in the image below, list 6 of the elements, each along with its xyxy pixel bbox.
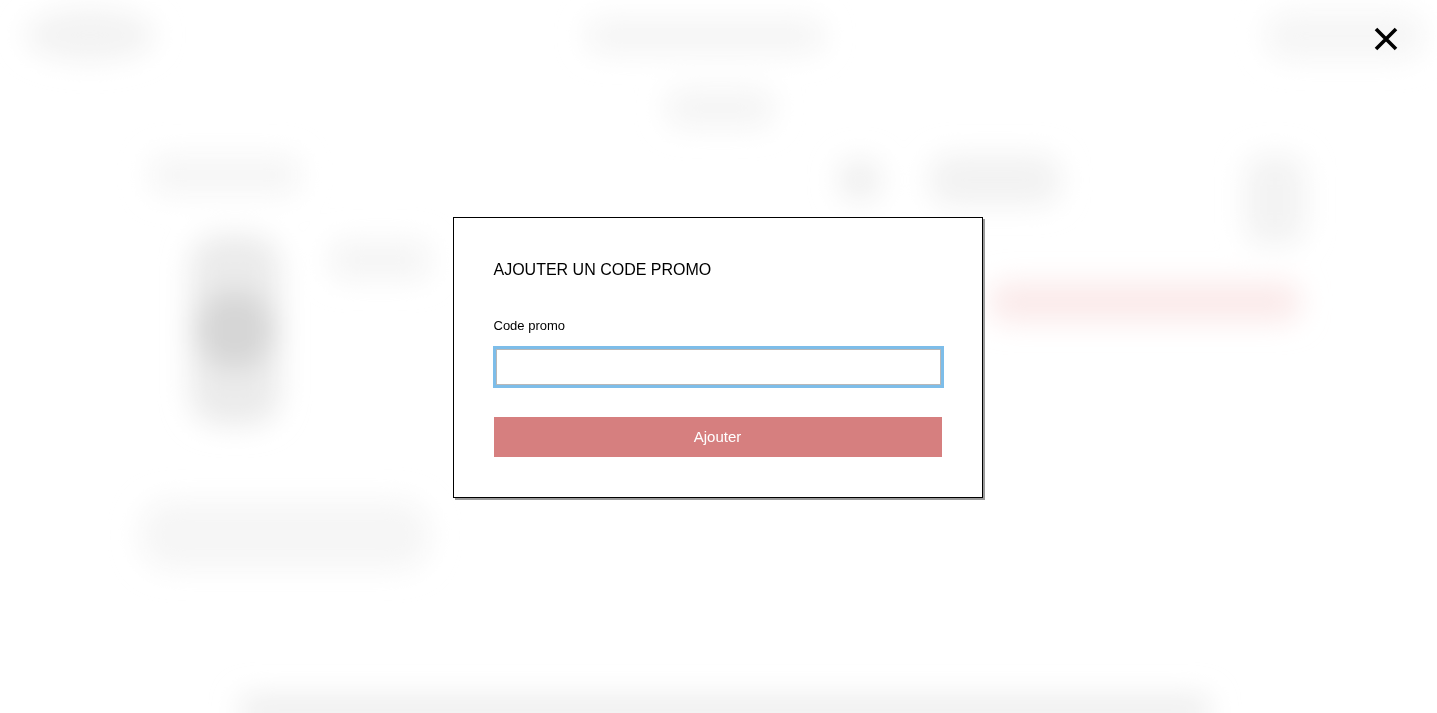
- add-button[interactable]: Ajouter: [493, 417, 942, 457]
- promo-code-field[interactable]: [492, 346, 944, 388]
- close-button[interactable]: [1374, 27, 1398, 51]
- dialog-title: AJOUTER UN CODE PROMO: [493, 260, 713, 280]
- field-label: Code promo: [493, 318, 567, 334]
- close-icon: [1374, 27, 1398, 51]
